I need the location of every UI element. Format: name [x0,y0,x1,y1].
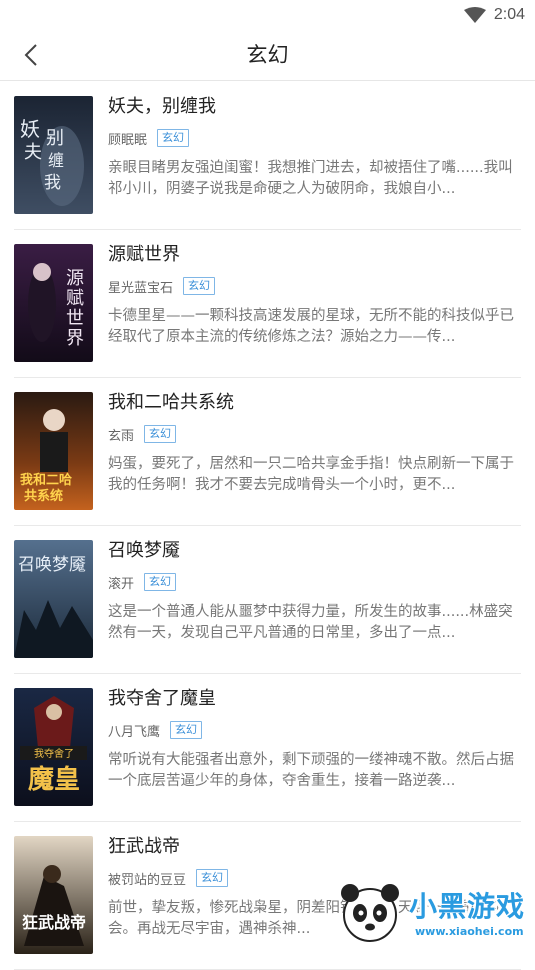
nav-bar: 玄幻 [0,30,535,81]
genre-tag: 玄幻 [196,869,229,887]
book-description: 这是一个普通人能从噩梦中获得力量，所发生的故事......林盛突然有一天，发现自… [108,604,513,641]
book-cover[interactable]: 狂武战帝 [14,836,93,954]
book-cover[interactable]: 源 赋 世 界 [14,244,93,362]
svg-text:狂武战帝: 狂武战帝 [22,913,86,932]
book-author: 被罚站的豆豆 [108,872,187,888]
book-description: 卡德里星——一颗科技高速发展的星球，无所不能的科技似乎已经取代了原本主流的传统修… [108,308,514,345]
book-meta: 被罚站的豆豆 玄幻 [108,868,229,888]
book-cover[interactable]: 召唤梦魇 [14,540,93,658]
book-title[interactable]: 妖夫，别缠我 [108,94,216,120]
svg-text:源: 源 [66,268,84,289]
book-author: 星光蓝宝石 [108,280,174,296]
book-meta: 八月飞鹰 玄幻 [108,720,203,740]
book-description: 常听说有大能强者出意外，剩下顽强的一缕神魂不散。然后占据一个底层苦逼少年的身体，… [108,752,514,789]
status-bar: 2:04 [0,0,535,30]
genre-tag: 玄幻 [144,573,177,591]
genre-tag: 玄幻 [170,721,203,739]
genre-tag: 玄幻 [157,129,190,147]
book-item[interactable]: 我夺舍了 魔皇 我夺舍了魔皇 八月飞鹰 玄幻 常听说有大能强者出意外，剩下顽强的… [14,674,521,822]
svg-text:妖: 妖 [20,117,40,141]
genre-tag: 玄幻 [144,425,177,443]
book-title[interactable]: 我夺舍了魔皇 [108,686,216,712]
book-author: 八月飞鹰 [108,724,161,740]
book-cover[interactable]: 我和二哈 共系统 [14,392,93,510]
book-item[interactable]: 我和二哈 共系统 我和二哈共系统 玄雨 玄幻 妈蛋，要死了，居然和一只二哈共享金… [14,378,521,526]
book-author: 顾眠眠 [108,132,148,148]
svg-text:我: 我 [44,173,61,193]
book-title[interactable]: 我和二哈共系统 [108,390,234,416]
book-cover[interactable]: 我夺舍了 魔皇 [14,688,93,806]
book-title[interactable]: 狂武战帝 [108,834,180,860]
svg-text:我夺舍了: 我夺舍了 [34,747,74,760]
book-meta: 玄雨 玄幻 [108,424,177,444]
book-description: 妈蛋，要死了，居然和一只二哈共享金手指！快点刷新一下属于我的任务啊！我才不要去完… [108,456,514,493]
book-meta: 顾眠眠 玄幻 [108,128,190,148]
book-cover[interactable]: 妖 夫 别 缠 我 [14,96,93,214]
site-watermark: 小黑游戏 www.xiaohei.com [335,877,531,947]
book-item[interactable]: 源 赋 世 界 源赋世界 星光蓝宝石 玄幻 卡德里星——一颗科技高速发展的星球，… [14,230,521,378]
panda-logo-icon [341,884,399,942]
watermark-url: www.xiaohei.com [415,925,524,938]
svg-text:共系统: 共系统 [24,488,63,504]
svg-text:别: 别 [46,128,64,149]
book-title[interactable]: 源赋世界 [108,242,180,268]
svg-text:夫: 夫 [24,142,42,163]
page-title: 玄幻 [246,43,289,67]
svg-text:召唤梦魇: 召唤梦魇 [18,555,86,575]
svg-text:世: 世 [66,308,84,329]
book-meta: 星光蓝宝石 玄幻 [108,276,216,296]
book-item[interactable]: 召唤梦魇 召唤梦魇 滚开 玄幻 这是一个普通人能从噩梦中获得力量，所发生的故事.… [14,526,521,674]
book-description: 亲眼目睹男友强迫闺蜜！我想推门进去，却被捂住了嘴......我叫祁小川，阴婆子说… [108,160,513,197]
wifi-icon [463,7,486,23]
svg-text:界: 界 [66,328,84,349]
book-list: 妖 夫 别 缠 我 妖夫，别缠我 顾眠眠 玄幻 亲眼目睹男友强迫闺蜜！我想推门进… [0,82,535,970]
watermark-text: 小黑游戏 [409,890,526,923]
svg-text:赋: 赋 [66,288,84,309]
genre-tag: 玄幻 [183,277,216,295]
book-meta: 滚开 玄幻 [108,572,177,592]
book-author: 滚开 [108,576,135,592]
svg-text:缠: 缠 [48,151,64,170]
book-item[interactable]: 妖 夫 别 缠 我 妖夫，别缠我 顾眠眠 玄幻 亲眼目睹男友强迫闺蜜！我想推门进… [14,82,521,230]
svg-text:我和二哈: 我和二哈 [20,472,72,488]
status-time: 2:04 [493,6,525,23]
svg-text:魔皇: 魔皇 [28,765,80,795]
book-author: 玄雨 [108,428,135,444]
book-title[interactable]: 召唤梦魇 [108,538,180,564]
